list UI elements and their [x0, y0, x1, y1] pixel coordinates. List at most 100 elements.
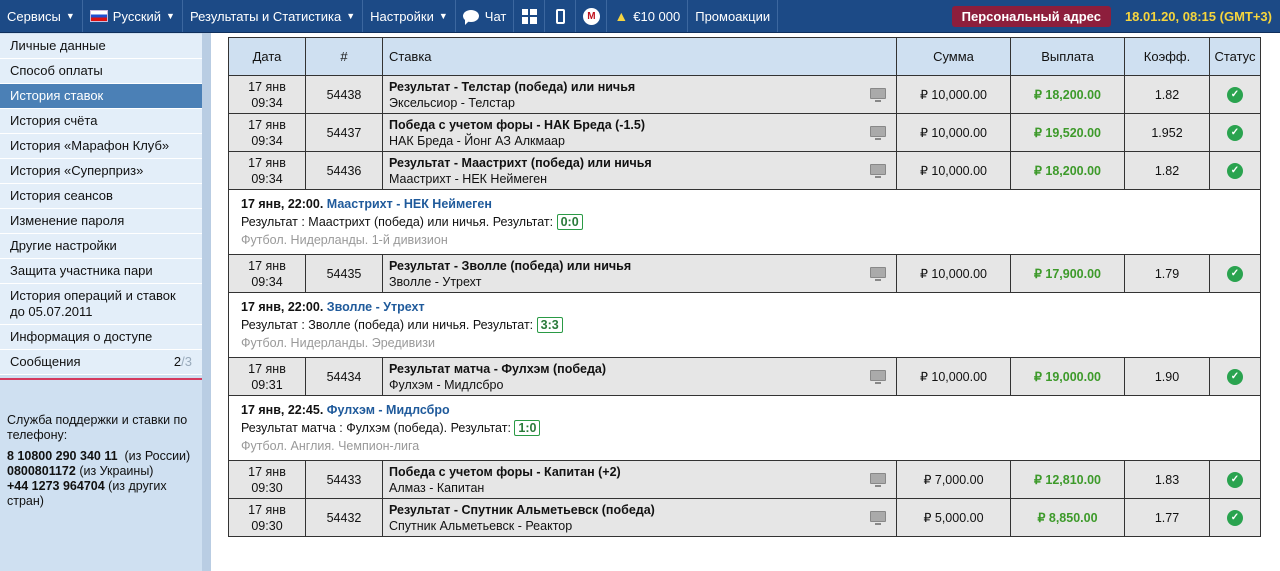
bet-sum: ₽ 10,000.00: [896, 75, 1011, 114]
bet-detail-row: 17 янв, 22:45. Фулхэм - Мидлсбро Результ…: [228, 395, 1261, 461]
bet-history-table: Дата # Ставка Сумма Выплата Коэфф. Стату…: [228, 37, 1261, 537]
bet-id: 54437: [305, 113, 383, 152]
sidebar-item-bet-history[interactable]: История ставок: [0, 84, 202, 109]
sidebar-item-payment-method[interactable]: Способ оплаты: [0, 59, 202, 84]
results-menu[interactable]: Результаты и Статистика ▼: [183, 0, 364, 32]
results-label: Результаты и Статистика: [189, 8, 342, 24]
bet-payout: ₽ 17,900.00: [1010, 254, 1125, 293]
datetime-display: 18.01.20, 08:15 (GMT+3): [1124, 8, 1272, 24]
sidebar-item-other-settings[interactable]: Другие настройки: [0, 234, 202, 259]
support-phone-russia[interactable]: 8 10800 290 340 11 (из России): [7, 449, 197, 464]
bet-status: ✓: [1209, 151, 1261, 190]
bet-description: Результат - Телстар (победа) или ничья Эк…: [382, 75, 897, 114]
sidebar-item-legacy-history[interactable]: История операций и ставок до 05.07.2011: [0, 284, 202, 325]
bet-coef: 1.82: [1124, 75, 1210, 114]
support-block: Служба поддержки и ставки по телефону: 8…: [7, 413, 197, 509]
account-sidebar: Личные данные Способ оплаты История став…: [0, 33, 211, 571]
table-row[interactable]: 17 янв 09:31 54434 Результат матча - Фулх…: [228, 357, 1261, 396]
bet-date: 17 янв 09:34: [228, 113, 306, 152]
services-label: Сервисы: [7, 8, 61, 24]
support-phone-ukraine[interactable]: 0800801172 (из Украины): [7, 464, 197, 479]
table-row[interactable]: 17 янв 09:34 54438 Результат - Телстар (п…: [228, 75, 1261, 114]
bet-coef: 1.952: [1124, 113, 1210, 152]
table-row[interactable]: 17 янв 09:34 54436 Результат - Маастрихт …: [228, 151, 1261, 190]
sidebar-item-access-info[interactable]: Информация о доступе: [0, 325, 202, 350]
score-badge: 0:0: [556, 214, 583, 230]
bet-status: ✓: [1209, 113, 1261, 152]
bet-coef: 1.90: [1124, 357, 1210, 396]
live-tv-icon[interactable]: [870, 473, 886, 487]
column-header-sum[interactable]: Сумма: [896, 37, 1011, 76]
bet-description: Результат - Маастрихт (победа) или ничья…: [382, 151, 897, 190]
mobile-app-button[interactable]: [545, 0, 577, 32]
table-row[interactable]: 17 янв 09:30 54432 Результат - Спутник Ал…: [228, 498, 1261, 537]
live-tv-icon[interactable]: [870, 164, 886, 178]
support-phone-other[interactable]: +44 1273 964704 (из других стран): [7, 479, 197, 509]
bet-status: ✓: [1209, 460, 1261, 499]
table-row[interactable]: 17 янв 09:30 54433 Победа с учетом форы -…: [228, 460, 1261, 499]
table-header: Дата # Ставка Сумма Выплата Коэфф. Стату…: [228, 37, 1261, 76]
sidebar-item-sessions[interactable]: История сеансов: [0, 184, 202, 209]
event-link[interactable]: Маастрихт - НЕК Неймеген: [327, 197, 492, 211]
marathon-logo-button[interactable]: M: [576, 0, 608, 32]
bonus-label: €10 000: [633, 8, 681, 24]
table-row[interactable]: 17 янв 09:34 54437 Победа с учетом форы -…: [228, 113, 1261, 152]
bet-payout: ₽ 19,000.00: [1010, 357, 1125, 396]
promo-button[interactable]: Промоакции: [688, 0, 779, 32]
bet-sum: ₽ 10,000.00: [896, 151, 1011, 190]
event-league: Футбол. Нидерланды. Эредивизи: [241, 336, 435, 350]
bet-description: Результат матча - Фулхэм (победа) Фулхэм …: [382, 357, 897, 396]
column-header-number[interactable]: #: [305, 37, 383, 76]
event-header: 17 янв, 22:45. Фулхэм - Мидлсбро: [241, 403, 450, 417]
column-header-bet[interactable]: Ставка: [382, 37, 897, 76]
column-header-payout[interactable]: Выплата: [1010, 37, 1125, 76]
bet-sum: ₽ 5,000.00: [896, 498, 1011, 537]
windows-app-button[interactable]: [514, 0, 546, 32]
bet-coef: 1.83: [1124, 460, 1210, 499]
live-tv-icon[interactable]: [870, 267, 886, 281]
bet-status: ✓: [1209, 254, 1261, 293]
bet-sum: ₽ 10,000.00: [896, 113, 1011, 152]
sidebar-item-change-password[interactable]: Изменение пароля: [0, 209, 202, 234]
sidebar-item-superprize[interactable]: История «Суперприз»: [0, 159, 202, 184]
bet-sum: ₽ 10,000.00: [896, 357, 1011, 396]
services-menu[interactable]: Сервисы ▼: [0, 0, 83, 32]
promo-label: Промоакции: [695, 8, 771, 24]
chevron-down-icon: ▼: [346, 11, 356, 21]
sidebar-item-messages[interactable]: Сообщения 2/3: [0, 350, 202, 375]
live-tv-icon[interactable]: [870, 126, 886, 140]
live-tv-icon[interactable]: [870, 511, 886, 525]
table-row[interactable]: 17 янв 09:34 54435 Результат - Зволле (по…: [228, 254, 1261, 293]
column-header-status[interactable]: Статус: [1209, 37, 1261, 76]
sidebar-menu: Личные данные Способ оплаты История став…: [0, 34, 202, 375]
settings-menu[interactable]: Настройки ▼: [363, 0, 456, 32]
won-check-icon: ✓: [1227, 472, 1243, 488]
mobile-phone-icon: [555, 8, 565, 24]
bet-date: 17 янв 09:30: [228, 498, 306, 537]
sidebar-item-personal-data[interactable]: Личные данные: [0, 34, 202, 59]
language-menu[interactable]: Русский ▼: [83, 0, 183, 32]
sidebar-item-account-history[interactable]: История счёта: [0, 109, 202, 134]
bet-sum: ₽ 10,000.00: [896, 254, 1011, 293]
column-header-date[interactable]: Дата: [228, 37, 306, 76]
settings-label: Настройки: [370, 8, 434, 24]
support-title: Служба поддержки и ставки по телефону:: [7, 413, 188, 442]
column-header-coef[interactable]: Коэфф.: [1124, 37, 1210, 76]
live-tv-icon[interactable]: [870, 370, 886, 384]
won-check-icon: ✓: [1227, 163, 1243, 179]
live-tv-icon[interactable]: [870, 88, 886, 102]
bet-detail-row: 17 янв, 22:00. Зволле - Утрехт Результат…: [228, 292, 1261, 358]
bonus-button[interactable]: ▲ €10 000: [607, 0, 689, 32]
event-league: Футбол. Нидерланды. 1-й дивизион: [241, 233, 448, 247]
chat-button[interactable]: Чат: [456, 0, 515, 32]
bet-description: Результат - Зволле (победа) или ничья Зво…: [382, 254, 897, 293]
event-result: Результат : Зволле (победа) или ничья. Р…: [241, 316, 1248, 334]
won-check-icon: ✓: [1227, 125, 1243, 141]
bet-history-panel: Дата # Ставка Сумма Выплата Коэфф. Стату…: [228, 37, 1261, 537]
won-check-icon: ✓: [1227, 266, 1243, 282]
event-link[interactable]: Фулхэм - Мидлсбро: [327, 403, 450, 417]
sidebar-item-bettor-protection[interactable]: Защита участника пари: [0, 259, 202, 284]
sidebar-item-marathon-club[interactable]: История «Марафон Клуб»: [0, 134, 202, 159]
personal-address-button[interactable]: Персональный адрес: [951, 5, 1111, 27]
event-link[interactable]: Зволле - Утрехт: [327, 300, 425, 314]
